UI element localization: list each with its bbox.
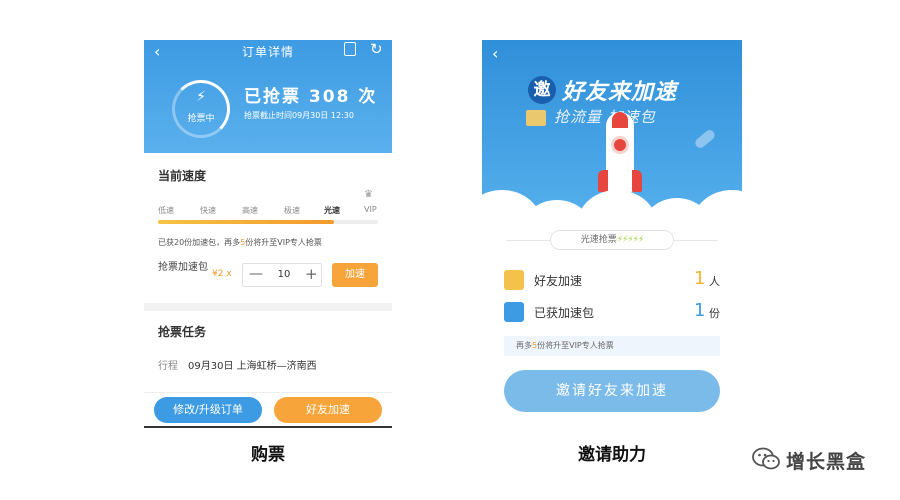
order-header: ‹ 订单详情 ↻ ⚡ 抢票中 已抢票 308 次 抢票截止时间09月30日 12… [144, 40, 392, 153]
tip-prefix: 已获20份加速包，再多 [158, 238, 241, 247]
friends-count: 1 [694, 268, 706, 289]
speed-level: 高速 [242, 206, 258, 215]
lightning-icon: ⚡ [196, 89, 206, 105]
tip-suffix: 份将升至VIP专人抢票 [537, 341, 614, 350]
packages-count: 1 [694, 300, 706, 321]
grab-count: 已抢票 308 次 [244, 87, 378, 107]
invite-badge: 邀 [528, 76, 556, 104]
trip-row: 行程 09月30日 上海虹桥—济南西 [158, 357, 317, 372]
speed-chip: 光速抢票⚡⚡⚡⚡⚡ [550, 230, 674, 250]
friends-label: 好友加速 [534, 274, 583, 288]
bottom-action-bar: 修改/升级订单 好友加速 [144, 392, 392, 426]
minus-button[interactable]: — [249, 266, 263, 282]
speed-progress-fill [158, 220, 334, 224]
trip-key: 行程 [158, 361, 178, 372]
caption-right: 邀请助力 [578, 445, 646, 465]
speed-level: 低速 [158, 206, 174, 215]
refresh-icon[interactable]: ↻ [370, 40, 383, 58]
ticket-order-screen: ‹ 订单详情 ↻ ⚡ 抢票中 已抢票 308 次 抢票截止时间09月30日 12… [144, 40, 392, 426]
back-chevron-icon[interactable]: ‹ [492, 44, 498, 63]
package-label: 抢票加速包 [158, 262, 208, 273]
tip-suffix: 份将升至VIP专人抢票 [245, 238, 322, 247]
trip-value: 09月30日 上海虹桥—济南西 [188, 361, 317, 372]
quantity-value[interactable]: 10 [271, 269, 297, 280]
small-rocket-icon [693, 128, 717, 150]
speed-level-current: 光速 [324, 206, 340, 215]
hero-title: 好友来加速 [562, 80, 678, 105]
hero-banner: ‹ 邀 好友来加速 抢流量 加速包 [482, 40, 742, 260]
friends-row: 好友加速 1 人 [504, 268, 724, 292]
wechat-icon [752, 447, 780, 470]
vip-tip: 已获20份加速包，再多5份将升至VIP专人抢票 [158, 237, 322, 248]
speed-levels: 低速 快速 高速 极速 光速 VIP [158, 205, 386, 217]
rocket-icon [504, 302, 524, 322]
deadline-text: 抢票截止时间09月30日 12:30 [244, 111, 354, 120]
speed-level: 快速 [200, 206, 216, 215]
friend-speed-button[interactable]: 好友加速 [274, 397, 382, 423]
speed-section-title: 当前速度 [158, 169, 207, 183]
divider-line [144, 426, 392, 428]
friends-unit: 人 [709, 275, 720, 288]
speed-progress-bar [158, 220, 378, 224]
section-divider [144, 303, 392, 311]
invite-friends-button[interactable]: 邀请好友来加速 [504, 370, 720, 412]
watermark-text: 增长黑盒 [786, 451, 867, 473]
package-card-icon [526, 110, 546, 126]
watermark: 增长黑盒 [752, 444, 892, 476]
tip-prefix: 再多 [516, 341, 532, 350]
caption-left: 购票 [251, 445, 285, 465]
gauge-label: 抢票中 [187, 114, 215, 124]
speed-chip-label: 光速抢票 [580, 235, 617, 245]
packages-unit: 份 [709, 307, 720, 320]
grab-progress-gauge: ⚡ 抢票中 [172, 80, 230, 138]
plus-button[interactable]: + [305, 265, 318, 283]
stage: ‹ 订单详情 ↻ ⚡ 抢票中 已抢票 308 次 抢票截止时间09月30日 12… [0, 0, 900, 500]
lightning-icon: ⚡⚡⚡⚡⚡ [616, 235, 645, 245]
modify-order-button[interactable]: 修改/升级订单 [154, 397, 262, 423]
speed-level: 极速 [284, 206, 300, 215]
quantity-stepper[interactable]: — 10 + [242, 263, 322, 287]
vip-tip: 再多5份将升至VIP专人抢票 [504, 336, 720, 356]
task-section-title: 抢票任务 [158, 325, 207, 339]
speed-up-button[interactable]: 加速 [332, 263, 378, 287]
package-price: ¥2 x [212, 269, 232, 279]
crown-icon: ♛ [364, 189, 373, 200]
invite-friends-screen: ‹ 邀 好友来加速 抢流量 加速包 光速抢票⚡⚡⚡⚡⚡ 好友加速 1 人 已获加… [482, 40, 742, 426]
user-icon [504, 270, 524, 290]
speed-level: VIP [364, 205, 377, 214]
packages-label: 已获加速包 [534, 306, 595, 320]
current-speed-section: 当前速度 ♛ 低速 快速 高速 极速 光速 VIP 已获20份加速包，再多5份将… [144, 153, 392, 303]
calendar-icon[interactable] [344, 42, 356, 56]
packages-row: 已获加速包 1 份 [504, 300, 724, 324]
